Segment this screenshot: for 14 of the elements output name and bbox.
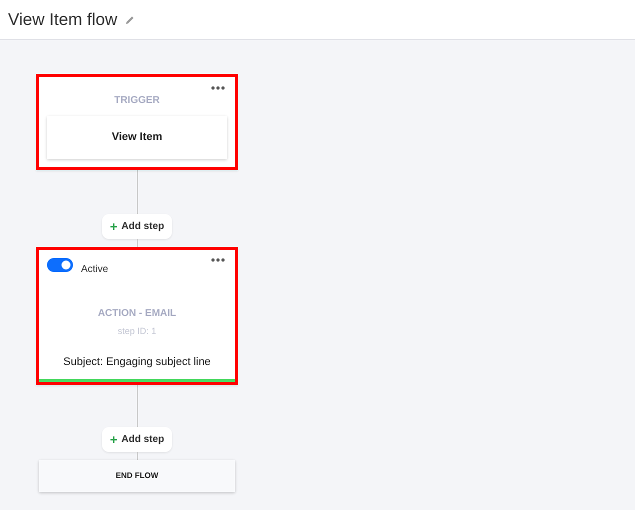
flow-title: View Item flow <box>8 8 118 31</box>
pencil-icon[interactable] <box>125 14 136 24</box>
add-step-button[interactable]: + Add step <box>102 214 172 238</box>
trigger-card[interactable]: TRIGGER View Item <box>36 74 238 170</box>
step-type-label: TRIGGER <box>113 94 161 108</box>
trigger-name: View Item <box>47 116 227 158</box>
step-id: step ID: 1 <box>116 324 158 338</box>
action-card[interactable]: Active ACTION - EMAIL step ID: 1 Subject: Engaging subject line <box>36 246 238 384</box>
end-flow-card: END FLOW <box>39 460 235 492</box>
toggle-label: Active <box>81 263 108 277</box>
add-step-button[interactable]: + Add step <box>102 426 172 452</box>
active-toggle[interactable] <box>47 258 73 272</box>
step-type-label: ACTION - EMAIL <box>96 306 178 320</box>
email-subject: Subject: Engaging subject line <box>62 355 212 370</box>
